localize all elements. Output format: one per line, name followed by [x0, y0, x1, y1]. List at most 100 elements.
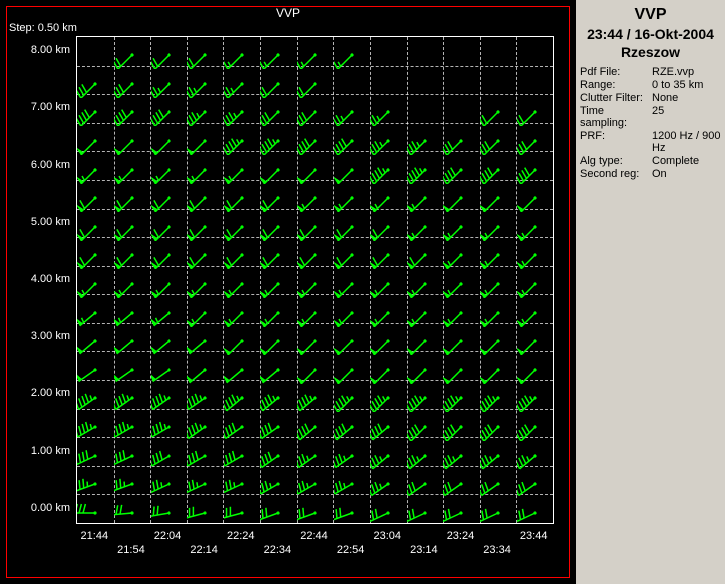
- wind-barb: [334, 33, 370, 69]
- wind-barb: [480, 233, 516, 269]
- wind-barb: [370, 462, 406, 498]
- info-key: Range:: [580, 79, 652, 91]
- wind-barb: [77, 262, 113, 298]
- wind-barb: [187, 348, 223, 384]
- wind-barb: [224, 462, 260, 498]
- wind-barb: [187, 62, 223, 98]
- wind-barb: [480, 176, 516, 212]
- wind-barb: [114, 434, 150, 470]
- wind-barb: [480, 491, 516, 527]
- x-tick-label: 21:44: [81, 530, 109, 542]
- grid-line-h: [77, 180, 553, 181]
- wind-barb: [77, 176, 113, 212]
- wind-barb: [407, 262, 443, 298]
- wind-barb: [260, 291, 296, 327]
- wind-barb: [370, 491, 406, 527]
- wind-barb: [114, 462, 150, 498]
- wind-barb: [224, 148, 260, 184]
- wind-barb: [151, 405, 187, 441]
- wind-barb: [151, 462, 187, 498]
- wind-barb: [224, 491, 260, 527]
- x-tick-label: 21:54: [117, 544, 145, 556]
- wind-barb: [480, 148, 516, 184]
- wind-barb: [77, 319, 113, 355]
- wind-barb: [480, 376, 516, 412]
- wind-barb: [77, 491, 113, 527]
- wind-barb: [297, 33, 333, 69]
- x-tick-label: 22:04: [154, 530, 182, 542]
- grid-line-h: [77, 66, 553, 67]
- wind-barb: [370, 291, 406, 327]
- wind-barb: [443, 262, 479, 298]
- wind-barb: [114, 319, 150, 355]
- grid-line-h: [77, 351, 553, 352]
- wind-barb: [370, 434, 406, 470]
- wind-barb: [443, 176, 479, 212]
- grid-line-h: [77, 94, 553, 95]
- wind-barb: [114, 262, 150, 298]
- wind-barb: [187, 119, 223, 155]
- wind-barb: [187, 205, 223, 241]
- wind-barb: [480, 348, 516, 384]
- grid-line-h: [77, 494, 553, 495]
- x-tick-label: 22:34: [264, 544, 292, 556]
- wind-barb: [260, 119, 296, 155]
- wind-barb: [151, 376, 187, 412]
- info-row: Alg type:Complete: [580, 155, 721, 167]
- wind-barb: [370, 148, 406, 184]
- wind-barb: [151, 319, 187, 355]
- wind-barb: [187, 462, 223, 498]
- wind-barb: [151, 434, 187, 470]
- wind-barb: [187, 319, 223, 355]
- grid-line-h: [77, 409, 553, 410]
- y-tick-label: 4.00 km: [10, 273, 70, 285]
- wind-barb: [260, 233, 296, 269]
- wind-barb: [517, 405, 553, 441]
- wind-barb: [480, 462, 516, 498]
- wind-barb: [480, 262, 516, 298]
- x-tick-label: 22:54: [337, 544, 365, 556]
- info-value: On: [652, 168, 721, 180]
- info-key: Clutter Filter:: [580, 92, 652, 104]
- grid-line-v: [150, 37, 151, 523]
- plot-pane: VVP Step: 0.50 km 0.00 km1.00 km2.00 km3…: [0, 0, 576, 584]
- wind-barb: [480, 205, 516, 241]
- wind-barb: [297, 62, 333, 98]
- y-tick-label: 0.00 km: [10, 502, 70, 514]
- wind-barb: [370, 405, 406, 441]
- wind-barb: [114, 205, 150, 241]
- wind-barb: [407, 205, 443, 241]
- grid-line-h: [77, 123, 553, 124]
- wind-barb: [151, 148, 187, 184]
- wind-barb: [443, 462, 479, 498]
- wind-barb: [370, 119, 406, 155]
- wind-barb: [297, 405, 333, 441]
- wind-barb: [517, 291, 553, 327]
- wind-barb: [260, 462, 296, 498]
- x-tick-label: 23:44: [520, 530, 548, 542]
- wind-barb: [77, 233, 113, 269]
- wind-barb: [480, 119, 516, 155]
- x-tick-label: 23:34: [483, 544, 511, 556]
- info-datetime: 23:44 / 16-Okt-2004: [580, 26, 721, 42]
- wind-barb: [517, 148, 553, 184]
- wind-barb: [407, 319, 443, 355]
- wind-barb: [224, 348, 260, 384]
- grid-line-v: [443, 37, 444, 523]
- wind-barb: [297, 319, 333, 355]
- wind-barb: [114, 405, 150, 441]
- wind-barb: [151, 176, 187, 212]
- wind-barb: [297, 119, 333, 155]
- info-title: VVP: [580, 6, 721, 24]
- wind-barb: [297, 348, 333, 384]
- wind-barb: [297, 291, 333, 327]
- wind-barb: [334, 491, 370, 527]
- wind-barb: [297, 148, 333, 184]
- grid-line-h: [77, 266, 553, 267]
- info-value: 1200 Hz / 900 Hz: [652, 130, 721, 154]
- wind-barb: [297, 233, 333, 269]
- wind-barb: [517, 233, 553, 269]
- wind-barb: [224, 434, 260, 470]
- wind-barb: [260, 376, 296, 412]
- info-table: Pdf File:RZE.vvpRange:0 to 35 kmClutter …: [580, 66, 721, 180]
